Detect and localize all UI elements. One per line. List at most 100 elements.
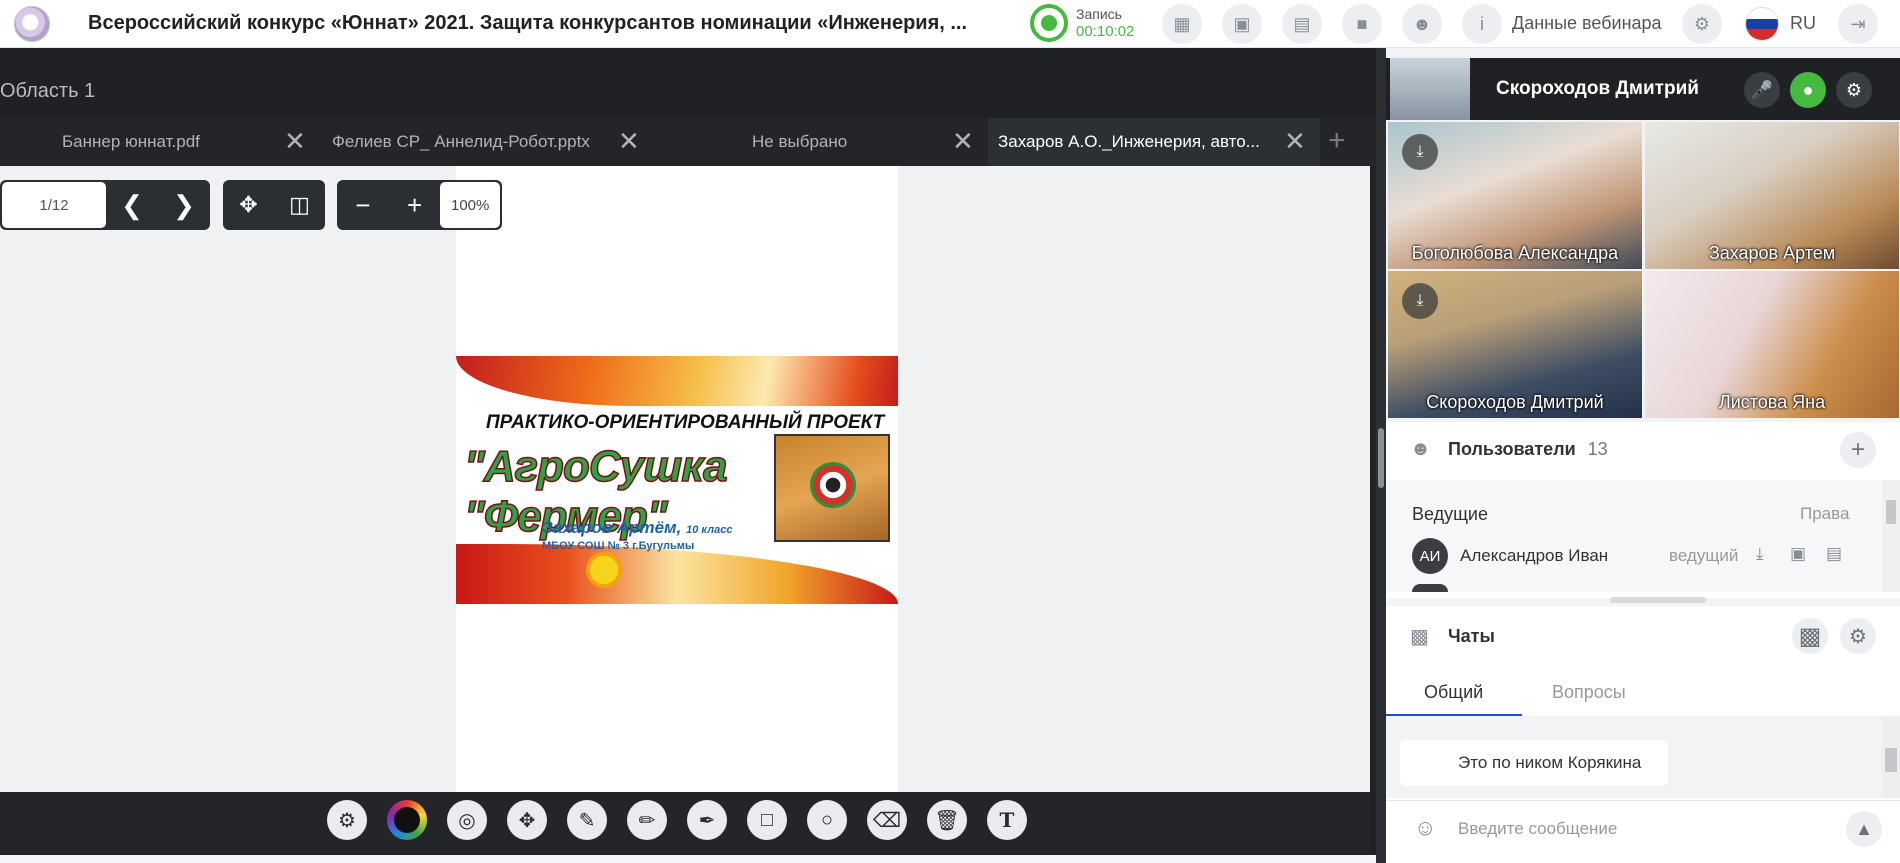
camera-icon[interactable]: ● bbox=[1790, 72, 1826, 108]
scroll-thumb[interactable] bbox=[1886, 500, 1896, 524]
exit-icon[interactable]: ⇥ bbox=[1838, 4, 1878, 44]
screen-share-icon[interactable]: ▣ bbox=[1222, 4, 1262, 44]
speaker-avatar bbox=[1390, 58, 1470, 120]
mic-off-icon[interactable]: 🎤 bbox=[1744, 72, 1780, 108]
message-input[interactable]: Введите сообщение bbox=[1458, 819, 1617, 839]
folder-icon[interactable]: ■ bbox=[1342, 4, 1382, 44]
settings-gear-icon[interactable]: ⚙ bbox=[1682, 4, 1722, 44]
ellipse-icon[interactable]: ○ bbox=[807, 800, 847, 840]
close-icon[interactable]: ✕ bbox=[1284, 126, 1306, 157]
document-icon[interactable]: ▤ bbox=[1282, 4, 1322, 44]
webinar-info-link[interactable]: Данные вебинара bbox=[1512, 13, 1662, 34]
new-chat-icon[interactable]: ▩ bbox=[1792, 618, 1828, 654]
record-indicator[interactable]: Запись 00:10:02 bbox=[1030, 4, 1134, 42]
presenters-section: Ведущие bbox=[1412, 504, 1488, 524]
russia-flag-icon[interactable] bbox=[1745, 7, 1779, 41]
mic-muted-icon: ⤓ bbox=[1402, 283, 1438, 319]
move-icon[interactable]: ✥ bbox=[507, 800, 547, 840]
drawing-toolbar: ⚙ ◎ ✥ ✎ ✏ ✒ □ ○ ⌫ 🗑 T bbox=[0, 792, 1370, 855]
tab-feliev[interactable]: Фелиев СР_ Аннелид-Робот.pptx ✕ bbox=[320, 118, 650, 166]
user-name[interactable]: Александров Иван bbox=[1460, 546, 1608, 566]
tab-label: Захаров А.О._Инженерия, авто... bbox=[998, 132, 1260, 151]
rights-label: Права bbox=[1800, 504, 1850, 523]
brush-icon[interactable]: ✎ bbox=[567, 800, 607, 840]
camera-off-icon[interactable]: ▣ bbox=[1790, 544, 1806, 564]
language-label[interactable]: RU bbox=[1790, 13, 1816, 34]
eraser-icon[interactable]: ⌫ bbox=[867, 800, 907, 840]
message-input-row: ☺ Введите сообщение ▲ bbox=[1386, 800, 1900, 860]
tab-label: Баннер юннат.pdf bbox=[62, 132, 200, 151]
page-number-input[interactable]: 1/12 bbox=[2, 182, 106, 228]
fit-controls: ✥ ◫ bbox=[223, 180, 325, 230]
panel-resize-handle[interactable] bbox=[1610, 597, 1706, 603]
users-title: Пользователи 13 bbox=[1448, 439, 1608, 459]
document-tabs: Баннер юннат.pdf ✕ Фелиев СР_ Аннелид-Ро… bbox=[0, 118, 1376, 166]
record-time: 00:10:02 bbox=[1076, 23, 1135, 40]
pen-icon[interactable]: ✒ bbox=[687, 800, 727, 840]
scroll-thumb[interactable] bbox=[1885, 748, 1897, 772]
panel-divider-handle[interactable] bbox=[1378, 428, 1384, 488]
close-icon[interactable]: ✕ bbox=[952, 126, 974, 157]
project-banner: ПРАКТИКО-ОРИЕНТИРОВАННЫЙ ПРОЕКТ "АгроСуш… bbox=[456, 356, 898, 604]
speaker-settings-icon[interactable]: ⚙ bbox=[1836, 72, 1872, 108]
chevron-right-icon[interactable]: ❯ bbox=[158, 180, 210, 230]
banner-swoosh-top bbox=[456, 356, 898, 406]
zoom-controls: − + 100% bbox=[337, 180, 502, 230]
info-icon[interactable]: i bbox=[1462, 4, 1502, 44]
banner-author: Захаров Артём, 10 класс bbox=[542, 518, 733, 537]
users-scrollbar[interactable] bbox=[1882, 480, 1900, 592]
zoom-out-icon[interactable]: − bbox=[337, 180, 389, 230]
emoji-icon[interactable]: ☺ bbox=[1414, 815, 1436, 841]
chat-message: Это по ником Корякина bbox=[1400, 740, 1668, 786]
pager-controls: 1/12 ❮ ❯ bbox=[0, 180, 210, 230]
pointer-icon[interactable]: ◎ bbox=[447, 800, 487, 840]
mic-muted-icon: ⤓ bbox=[1402, 134, 1438, 170]
tab-label: Не выбрано bbox=[752, 132, 848, 151]
banner-heading: ПРАКТИКО-ОРИЕНТИРОВАННЫЙ ПРОЕКТ bbox=[486, 412, 885, 433]
webinar-title: Всероссийский конкурс «Юннат» 2021. Защи… bbox=[88, 12, 968, 34]
rectangle-icon[interactable]: □ bbox=[747, 800, 787, 840]
users-icon: ☻ bbox=[1410, 438, 1432, 460]
banner-school: МБОУ СОШ № 3 г.Бугульмы bbox=[542, 540, 695, 552]
zoom-level[interactable]: 100% bbox=[440, 182, 501, 228]
avatar bbox=[1412, 584, 1448, 592]
video-tile[interactable]: Листова Яна bbox=[1645, 271, 1899, 418]
area-title: Область 1 bbox=[0, 80, 96, 102]
zoom-in-icon[interactable]: + bbox=[389, 180, 441, 230]
send-icon[interactable]: ▲ bbox=[1846, 811, 1882, 847]
user-settings-icon[interactable]: ☻ bbox=[1402, 4, 1442, 44]
trash-icon[interactable]: 🗑 bbox=[927, 800, 967, 840]
fit-page-icon[interactable]: ✥ bbox=[223, 180, 274, 230]
text-tool-icon[interactable]: T bbox=[987, 800, 1027, 840]
layout-grid-icon[interactable]: ▦ bbox=[1162, 4, 1202, 44]
tab-zakharov[interactable]: Захаров А.О._Инженерия, авто... ✕ bbox=[988, 118, 1320, 166]
add-user-button[interactable]: + bbox=[1840, 432, 1876, 468]
color-picker-icon[interactable] bbox=[387, 800, 427, 840]
screen-off-icon[interactable]: ▤ bbox=[1826, 544, 1842, 564]
video-tile[interactable]: Захаров Артем bbox=[1645, 122, 1899, 269]
add-tab-icon[interactable]: + bbox=[1328, 124, 1346, 158]
close-icon[interactable]: ✕ bbox=[618, 126, 640, 157]
speaker-name: Скороходов Дмитрий bbox=[1496, 78, 1699, 99]
video-tile[interactable]: ⤓ Скороходов Дмитрий bbox=[1388, 271, 1642, 418]
chat-scrollbar[interactable] bbox=[1882, 716, 1900, 798]
tab-banner[interactable]: Баннер юннат.pdf ✕ bbox=[0, 118, 320, 166]
participant-name: Скороходов Дмитрий bbox=[1426, 392, 1604, 412]
chat-settings-icon[interactable]: ⚙ bbox=[1840, 618, 1876, 654]
pencil-icon[interactable]: ✏ bbox=[627, 800, 667, 840]
tool-settings-icon[interactable]: ⚙ bbox=[327, 800, 367, 840]
participant-name: Боголюбова Александра bbox=[1411, 243, 1619, 263]
chevron-left-icon[interactable]: ❮ bbox=[106, 180, 158, 230]
participant-name: Захаров Артем bbox=[1708, 243, 1836, 263]
bottom-strip bbox=[0, 855, 1376, 863]
banner-swoosh-bottom bbox=[456, 544, 898, 604]
chats-title: Чаты bbox=[1448, 626, 1495, 646]
tab-general[interactable]: Общий bbox=[1424, 682, 1483, 703]
close-icon[interactable]: ✕ bbox=[284, 126, 306, 157]
tab-questions[interactable]: Вопросы bbox=[1552, 682, 1626, 703]
fit-width-icon[interactable]: ◫ bbox=[274, 180, 325, 230]
video-tile[interactable]: ⤓ Боголюбова Александра bbox=[1388, 122, 1642, 269]
record-icon bbox=[1030, 4, 1068, 42]
mic-off-icon[interactable]: ⤓ bbox=[1756, 544, 1764, 564]
tab-not-selected[interactable]: Не выбрано ✕ bbox=[650, 118, 988, 166]
